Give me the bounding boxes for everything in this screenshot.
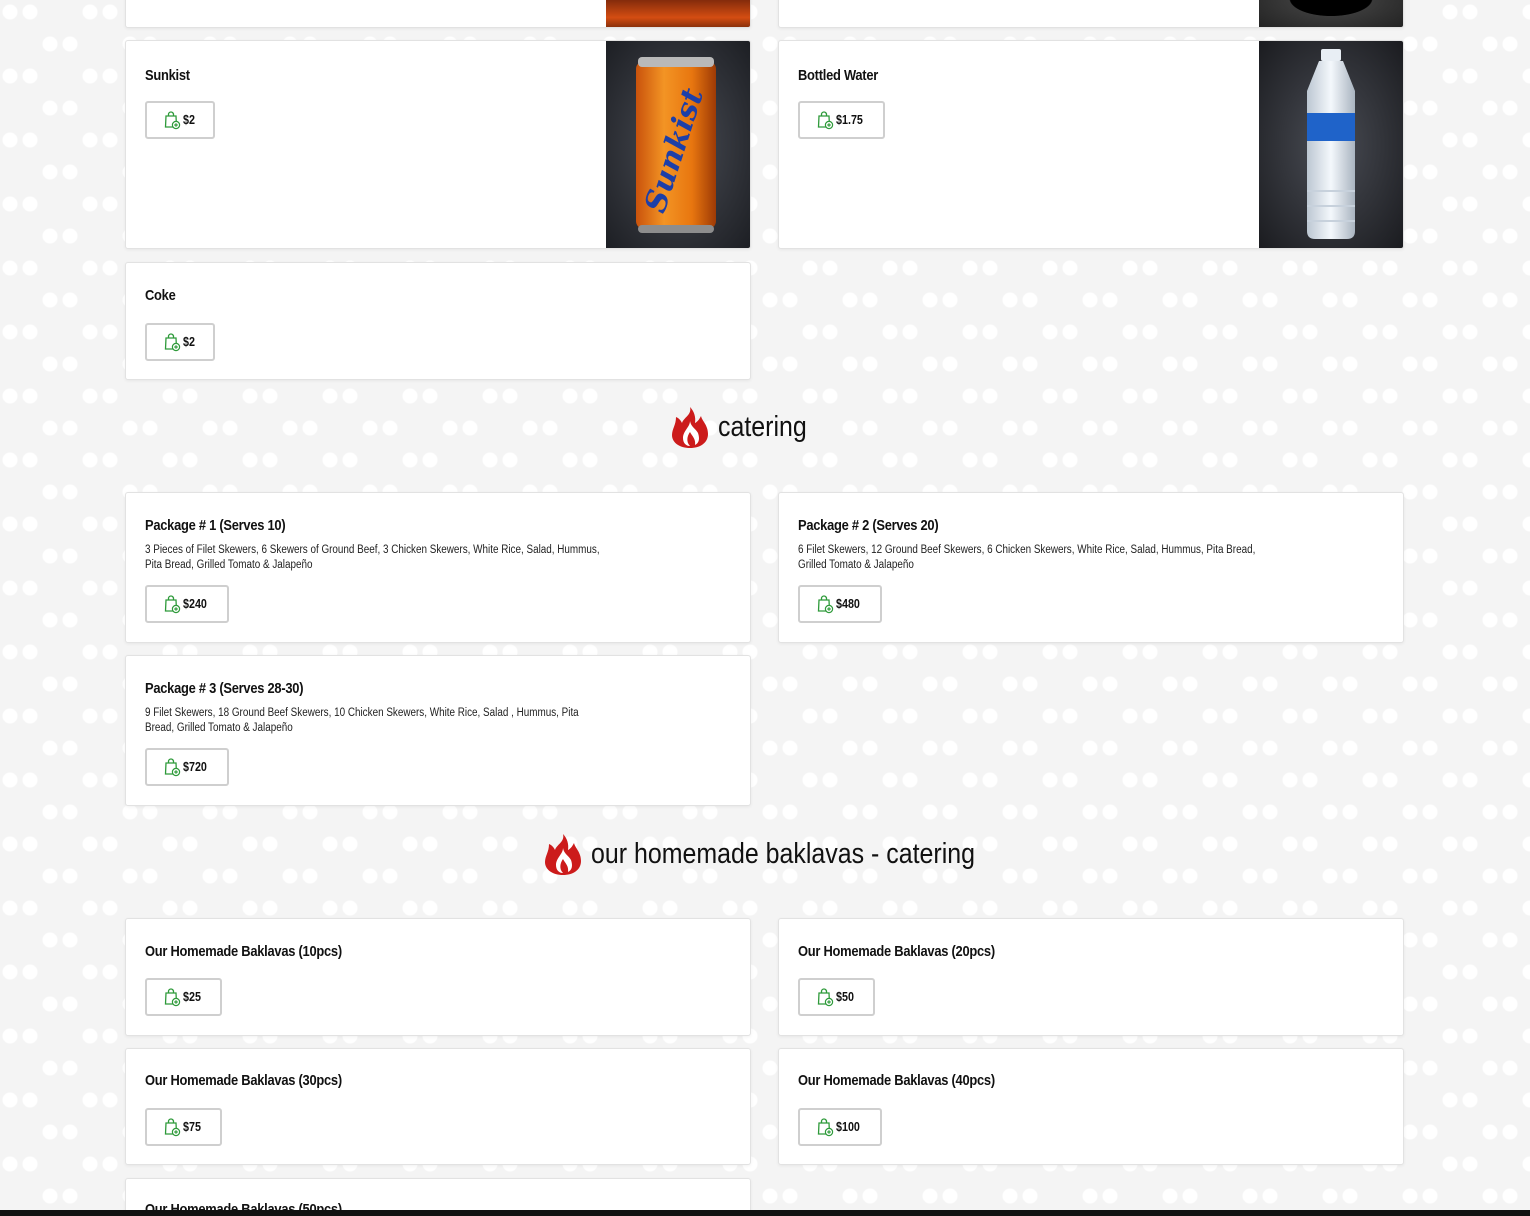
section-title: catering [718, 410, 807, 443]
add-to-cart-button[interactable]: $240 [145, 585, 229, 623]
item-name: Package # 3 (Serves 28-30) [145, 680, 304, 697]
section-heading-baklavas: our homemade baklavas - catering [541, 832, 1038, 876]
shopping-bag-add-icon [816, 110, 834, 130]
add-to-cart-button[interactable]: $25 [145, 978, 222, 1016]
menu-card-baklavas-30[interactable]: Our Homemade Baklavas (30pcs) $75 [125, 1048, 751, 1165]
flame-icon [668, 405, 712, 449]
shopping-bag-add-icon [163, 1117, 181, 1137]
add-to-cart-button[interactable]: $2 [145, 101, 215, 139]
add-to-cart-button[interactable]: $75 [145, 1108, 222, 1146]
add-to-cart-button[interactable]: $100 [798, 1108, 882, 1146]
sunkist-can-image: Sunkist [606, 41, 750, 248]
item-name: Package # 2 (Serves 20) [798, 517, 939, 534]
shopping-bag-add-icon [816, 594, 834, 614]
add-to-cart-button[interactable]: $2 [145, 323, 215, 361]
add-to-cart-button[interactable]: $720 [145, 748, 229, 786]
shopping-bag-add-icon [163, 594, 181, 614]
drink-image-partial [1259, 0, 1403, 27]
flame-icon [541, 832, 585, 876]
price: $50 [836, 990, 854, 1004]
item-name: Our Homemade Baklavas (40pcs) [798, 1072, 995, 1089]
shopping-bag-add-icon [163, 987, 181, 1007]
price: $480 [836, 597, 860, 611]
price: $240 [183, 597, 207, 611]
item-name: Package # 1 (Serves 10) [145, 517, 286, 534]
menu-card-sunkist[interactable]: Sunkist $2 Sunkist [125, 40, 751, 249]
menu-card-partial-right[interactable] [778, 0, 1404, 28]
price: $25 [183, 990, 201, 1004]
item-name: Our Homemade Baklavas (20pcs) [798, 943, 995, 960]
shopping-bag-add-icon [816, 987, 834, 1007]
price: $75 [183, 1120, 201, 1134]
menu-card-baklavas-10[interactable]: Our Homemade Baklavas (10pcs) $25 [125, 918, 751, 1036]
item-name: Coke [145, 287, 176, 304]
price: $720 [183, 760, 207, 774]
menu-card-bottled-water[interactable]: Bottled Water $1.75 [778, 40, 1404, 249]
menu-card-baklavas-20[interactable]: Our Homemade Baklavas (20pcs) $50 [778, 918, 1404, 1036]
item-description: 9 Filet Skewers, 18 Ground Beef Skewers,… [145, 707, 579, 734]
menu-card-partial-left[interactable] [125, 0, 751, 28]
water-bottle-image [1259, 41, 1403, 248]
bottom-bar [0, 1210, 1530, 1216]
drink-image-partial [606, 0, 750, 27]
price: $100 [836, 1120, 860, 1134]
menu-card-package-3[interactable]: Package # 3 (Serves 28-30) 9 Filet Skewe… [125, 655, 751, 806]
section-title: our homemade baklavas - catering [591, 837, 976, 870]
item-name: Our Homemade Baklavas (30pcs) [145, 1072, 342, 1089]
shopping-bag-add-icon [816, 1117, 834, 1137]
menu-card-package-1[interactable]: Package # 1 (Serves 10) 3 Pieces of File… [125, 492, 751, 643]
shopping-bag-add-icon [163, 110, 181, 130]
add-to-cart-button[interactable]: $50 [798, 978, 875, 1016]
price: $1.75 [836, 113, 863, 127]
add-to-cart-button[interactable]: $480 [798, 585, 882, 623]
menu-card-coke[interactable]: Coke $2 [125, 262, 751, 380]
section-heading-catering: catering [668, 405, 821, 449]
item-name: Our Homemade Baklavas (10pcs) [145, 943, 342, 960]
add-to-cart-button[interactable]: $1.75 [798, 101, 886, 139]
menu-card-baklavas-40[interactable]: Our Homemade Baklavas (40pcs) $100 [778, 1048, 1404, 1165]
item-description: 3 Pieces of Filet Skewers, 6 Skewers of … [145, 544, 600, 571]
shopping-bag-add-icon [163, 757, 181, 777]
price: $2 [183, 113, 195, 127]
item-description: 6 Filet Skewers, 12 Ground Beef Skewers,… [798, 544, 1256, 571]
menu-card-package-2[interactable]: Package # 2 (Serves 20) 6 Filet Skewers,… [778, 492, 1404, 643]
item-name: Sunkist [145, 67, 190, 84]
price: $2 [183, 335, 195, 349]
shopping-bag-add-icon [163, 332, 181, 352]
item-name: Bottled Water [798, 67, 879, 84]
